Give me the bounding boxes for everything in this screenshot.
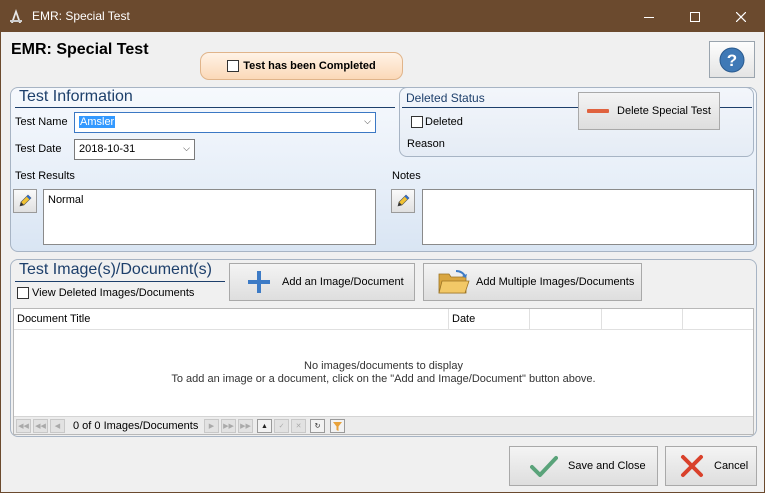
test-completed-checkbox[interactable] bbox=[227, 60, 240, 72]
pencil-edit-icon bbox=[397, 194, 410, 207]
close-icon bbox=[736, 11, 746, 22]
cancel-edit-button[interactable]: ✕ bbox=[291, 419, 306, 433]
triangle-up-icon: ▲ bbox=[261, 422, 268, 430]
test-completed-toggle[interactable]: Test has been Completed bbox=[200, 52, 403, 80]
view-deleted-checkbox[interactable] bbox=[17, 287, 29, 299]
checkmark-icon bbox=[530, 456, 558, 477]
test-information-title: Test Information bbox=[19, 88, 133, 105]
column-empty-2[interactable] bbox=[602, 309, 683, 330]
test-date-label: Test Date bbox=[15, 143, 62, 155]
plus-icon bbox=[248, 271, 270, 293]
help-button[interactable]: ? bbox=[709, 41, 755, 78]
column-empty-3[interactable] bbox=[683, 309, 753, 330]
edit-notes-button[interactable] bbox=[391, 189, 415, 213]
edit-results-button[interactable] bbox=[13, 189, 37, 213]
title-bar[interactable]: EMR: Special Test bbox=[1, 1, 764, 32]
x-icon: ✕ bbox=[295, 423, 302, 430]
last-page-icon: ▶▶ bbox=[240, 423, 251, 430]
reason-label: Reason bbox=[407, 138, 445, 150]
section-divider bbox=[15, 281, 225, 282]
append-button[interactable]: ▲ bbox=[257, 419, 272, 433]
pencil-edit-icon bbox=[19, 194, 32, 207]
column-empty-1[interactable] bbox=[530, 309, 602, 330]
view-deleted-toggle[interactable]: View Deleted Images/Documents bbox=[17, 287, 194, 299]
deleted-checkbox[interactable] bbox=[411, 116, 423, 128]
add-multiple-images-button[interactable]: Add Multiple Images/Documents bbox=[423, 263, 642, 301]
first-page-button[interactable]: ◀◀ bbox=[16, 419, 31, 433]
empty-message-line-2: To add an image or a document, click on … bbox=[171, 373, 596, 385]
test-name-dropdown[interactable]: Amsler ⌵ bbox=[74, 112, 376, 133]
save-and-close-label: Save and Close bbox=[568, 460, 646, 472]
previous-record-button[interactable]: ◀ bbox=[50, 419, 65, 433]
test-completed-label: Test has been Completed bbox=[243, 60, 376, 72]
previous-page-icon: ◀◀ bbox=[35, 423, 46, 430]
first-page-icon: ◀◀ bbox=[18, 423, 29, 430]
refresh-icon: ↻ bbox=[314, 423, 321, 430]
notes-field[interactable] bbox=[422, 189, 754, 245]
empty-message-line-1: No images/documents to display bbox=[304, 360, 463, 372]
filter-button[interactable] bbox=[330, 419, 345, 433]
maximize-button[interactable] bbox=[672, 1, 718, 32]
edit-record-button[interactable]: ✓ bbox=[274, 419, 289, 433]
empty-grid-message: No images/documents to display To add an… bbox=[14, 360, 753, 386]
app-logo-icon bbox=[10, 9, 22, 23]
test-results-value: Normal bbox=[48, 194, 84, 206]
last-page-button[interactable]: ▶▶ bbox=[238, 419, 253, 433]
grid-header: Document Title Date bbox=[14, 309, 753, 330]
next-record-button[interactable]: ▶ bbox=[204, 419, 219, 433]
view-deleted-label: View Deleted Images/Documents bbox=[32, 287, 195, 299]
record-count: 0 of 0 Images/Documents bbox=[73, 420, 199, 432]
minimize-button[interactable] bbox=[626, 1, 672, 32]
column-date[interactable]: Date bbox=[449, 309, 530, 330]
chevron-down-icon: ⌵ bbox=[183, 143, 190, 153]
next-page-button[interactable]: ▶▶ bbox=[221, 419, 236, 433]
maximize-icon bbox=[690, 11, 700, 22]
test-name-label: Test Name bbox=[15, 116, 68, 128]
add-image-label: Add an Image/Document bbox=[282, 276, 404, 288]
add-multiple-images-label: Add Multiple Images/Documents bbox=[476, 276, 635, 288]
form-title: EMR: Special Test bbox=[11, 41, 149, 58]
grid-navigator: ◀◀ ◀◀ ◀ 0 of 0 Images/Documents ▶ ▶▶ ▶▶ … bbox=[14, 416, 753, 434]
column-document-title[interactable]: Document Title bbox=[14, 309, 449, 330]
deleted-label: Deleted bbox=[425, 116, 463, 128]
save-and-close-button[interactable]: Save and Close bbox=[509, 446, 658, 486]
cancel-button[interactable]: Cancel bbox=[665, 446, 757, 486]
delete-special-test-button[interactable]: Delete Special Test bbox=[578, 92, 720, 130]
section-divider bbox=[15, 107, 395, 108]
chevron-down-icon: ⌵ bbox=[364, 116, 371, 126]
delete-special-test-label: Delete Special Test bbox=[617, 105, 711, 117]
refresh-button[interactable]: ↻ bbox=[310, 419, 325, 433]
svg-text:?: ? bbox=[727, 51, 737, 70]
previous-record-icon: ◀ bbox=[54, 423, 61, 430]
next-page-icon: ▶▶ bbox=[223, 423, 234, 430]
test-date-value: 2018-10-31 bbox=[79, 143, 136, 155]
test-images-title: Test Image(s)/Document(s) bbox=[19, 261, 212, 278]
help-icon: ? bbox=[719, 47, 745, 72]
deleted-status-title: Deleted Status bbox=[406, 91, 485, 105]
test-name-value: Amsler bbox=[79, 116, 116, 128]
next-record-icon: ▶ bbox=[208, 423, 215, 430]
test-date-picker[interactable]: 2018-10-31 ⌵ bbox=[74, 139, 195, 160]
documents-grid[interactable]: Document Title Date No images/documents … bbox=[13, 308, 754, 435]
deleted-toggle[interactable]: Deleted bbox=[411, 116, 463, 128]
minimize-icon bbox=[644, 16, 654, 18]
previous-page-button[interactable]: ◀◀ bbox=[33, 419, 48, 433]
test-results-label: Test Results bbox=[15, 170, 75, 182]
cancel-x-icon bbox=[681, 455, 703, 477]
folder-open-icon bbox=[438, 270, 470, 294]
notes-label: Notes bbox=[392, 170, 421, 182]
filter-icon bbox=[333, 421, 342, 431]
add-image-button[interactable]: Add an Image/Document bbox=[229, 263, 415, 301]
close-window-button[interactable] bbox=[718, 1, 764, 32]
window-title: EMR: Special Test bbox=[32, 9, 130, 23]
special-test-window: EMR: Special Test EMR: Special Test Test… bbox=[0, 0, 765, 493]
check-icon: ✓ bbox=[278, 423, 285, 430]
minus-icon bbox=[587, 109, 610, 113]
test-results-field[interactable]: Normal bbox=[43, 189, 376, 245]
cancel-label: Cancel bbox=[714, 460, 749, 472]
